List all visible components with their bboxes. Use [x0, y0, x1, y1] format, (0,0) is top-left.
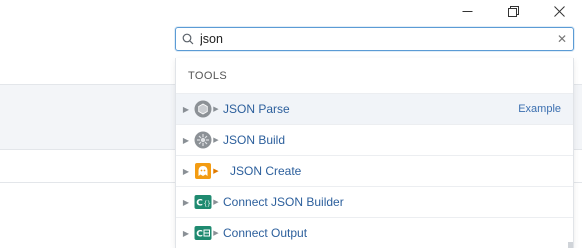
- restore-icon: [507, 4, 519, 22]
- clear-icon[interactable]: ✕: [551, 32, 573, 46]
- app-window: ✕ TOOLS ▶ ▶ JSON Parse Example ▶: [0, 0, 582, 248]
- chevron-right-icon: ▶: [213, 199, 219, 206]
- result-item-json-build[interactable]: ▶ ▶ JSON Build: [176, 124, 573, 155]
- minimize-icon: [462, 4, 473, 22]
- chevron-right-icon: ▶: [182, 104, 189, 114]
- svg-text:C: C: [196, 199, 203, 209]
- result-item-connect-output[interactable]: ▶ C ▶ Connect Output: [176, 217, 573, 248]
- svg-text:{}: {}: [204, 200, 211, 207]
- result-item-json-create[interactable]: ▶ ▶ JSON Create: [176, 155, 573, 186]
- window-controls: [444, 0, 582, 26]
- connect-json-builder-icon: C {}: [194, 193, 212, 211]
- close-icon: [553, 4, 565, 22]
- svg-text:C: C: [196, 230, 203, 240]
- chevron-right-icon: ▶: [213, 168, 219, 175]
- search-input[interactable]: [200, 29, 551, 49]
- chevron-right-icon: ▶: [213, 230, 219, 237]
- restore-button[interactable]: [490, 0, 536, 26]
- chevron-right-icon: ▶: [182, 135, 189, 145]
- chevron-right-icon: ▶: [182, 197, 189, 207]
- chevron-right-icon: ▶: [213, 137, 219, 144]
- example-link[interactable]: Example: [518, 103, 561, 115]
- json-parse-icon: [194, 100, 212, 118]
- chevron-right-icon: ▶: [213, 106, 219, 113]
- result-label: Connect Output: [223, 226, 308, 240]
- result-item-json-parse[interactable]: ▶ ▶ JSON Parse Example: [176, 93, 573, 124]
- dropdown-scrollbar[interactable]: [568, 242, 573, 248]
- section-header-tools: TOOLS: [188, 70, 228, 82]
- search-icon: [176, 33, 200, 45]
- result-label: JSON Parse: [223, 102, 290, 116]
- result-label: Connect JSON Builder: [223, 195, 344, 209]
- result-label: JSON Build: [223, 133, 286, 147]
- connect-output-icon: C: [194, 224, 212, 242]
- json-create-icon: [194, 162, 212, 180]
- chevron-right-icon: ▶: [182, 166, 189, 176]
- close-button[interactable]: [536, 0, 582, 26]
- minimize-button[interactable]: [444, 0, 490, 26]
- tool-search-box[interactable]: ✕: [175, 27, 574, 51]
- json-build-icon: [194, 131, 212, 149]
- result-label: JSON Create: [230, 164, 302, 178]
- chevron-right-icon: ▶: [182, 228, 189, 238]
- search-results-dropdown: TOOLS ▶ ▶ JSON Parse Example ▶ ▶ JSON Bu…: [175, 58, 574, 248]
- result-item-connect-json-builder[interactable]: ▶ C {} ▶ Connect JSON Builder: [176, 186, 573, 217]
